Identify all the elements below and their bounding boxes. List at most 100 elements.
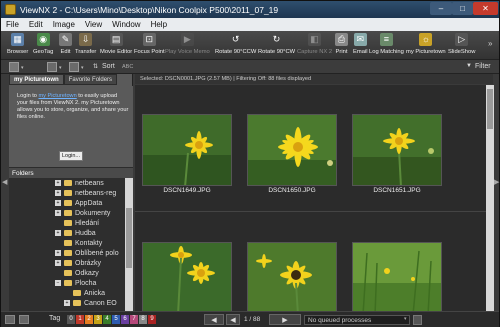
tree-item[interactable]: Anicka: [73, 288, 105, 298]
main-toolbar: ▦ Browser ◉ GeoTag ✎ Edit ⇩ Transfer ▤ M…: [1, 31, 499, 60]
gallery-scrollbar[interactable]: [486, 85, 494, 311]
thumbnail-image[interactable]: [247, 242, 337, 311]
menu-edit[interactable]: Edit: [29, 20, 43, 29]
tag-6-button[interactable]: 6: [121, 315, 129, 324]
expand-icon[interactable]: +: [55, 200, 61, 206]
focus-point-button[interactable]: ⊡ Focus Point: [134, 33, 165, 55]
scrollbar-thumb[interactable]: [126, 208, 132, 268]
expand-icon[interactable]: +: [55, 190, 61, 196]
expand-icon[interactable]: +: [55, 260, 61, 266]
thumb-size-icon[interactable]: [69, 62, 79, 72]
panel-toggle-icon[interactable]: [5, 315, 15, 324]
menu-file[interactable]: File: [6, 20, 19, 29]
tree-item[interactable]: − Plocha: [55, 278, 96, 288]
print-button[interactable]: ⎙ Print: [335, 33, 348, 55]
grid-view-icon[interactable]: [9, 62, 19, 72]
thumbnail-image[interactable]: [142, 242, 232, 311]
next-page-button[interactable]: ▶: [269, 314, 301, 325]
collapse-right-icon[interactable]: ▶: [494, 177, 499, 189]
folder-tree-scrollbar[interactable]: [125, 178, 133, 311]
menu-view[interactable]: View: [85, 20, 102, 29]
play-voice-memo-button[interactable]: ▶ Play Voice Memo: [165, 33, 210, 55]
scrollbar-thumb[interactable]: [487, 89, 493, 129]
first-page-button[interactable]: ◀: [204, 314, 224, 325]
browser-button[interactable]: ▦ Browser: [7, 33, 28, 55]
close-button[interactable]: ✕: [473, 2, 498, 15]
expand-icon[interactable]: +: [55, 210, 61, 216]
list-dropdown-icon[interactable]: ▾: [59, 65, 62, 71]
my-picturetown-button[interactable]: ☼ my Picturetown: [406, 33, 446, 55]
thumb-size-dropdown-icon[interactable]: ▾: [81, 65, 84, 71]
tree-item[interactable]: + Oblíbené polo: [55, 248, 119, 258]
email-button[interactable]: ✉ Email: [353, 33, 368, 55]
thumbnail-item[interactable]: [347, 239, 447, 311]
tag-2-button[interactable]: 2: [85, 315, 93, 324]
tree-item[interactable]: Kontakty: [64, 238, 102, 248]
tree-item[interactable]: + AppData: [55, 198, 102, 208]
collapse-left-icon[interactable]: ◀: [2, 177, 7, 189]
menu-help[interactable]: Help: [151, 20, 167, 29]
tree-item[interactable]: Hledání: [64, 218, 99, 228]
maximize-button[interactable]: □: [452, 2, 473, 15]
menu-image[interactable]: Image: [53, 20, 75, 29]
tree-item[interactable]: + Obrázky: [55, 258, 101, 268]
folder-icon: [64, 230, 72, 236]
prev-page-button[interactable]: ◀: [226, 314, 240, 325]
picturetown-link[interactable]: my Picturetown: [38, 93, 76, 99]
tree-item[interactable]: + netbeans-reg: [55, 188, 116, 198]
transfer-button[interactable]: ⇩ Transfer: [75, 33, 96, 55]
tag-3-button[interactable]: 3: [94, 315, 102, 324]
capture-nx2-button[interactable]: ◧ Capture NX 2: [297, 33, 332, 55]
thumbnail-item[interactable]: DSCN1649.JPG: [137, 111, 237, 194]
collapse-icon[interactable]: −: [55, 280, 61, 286]
movie-editor-label: Movie Editor: [100, 49, 133, 55]
movie-editor-button[interactable]: ▤ Movie Editor: [100, 33, 132, 55]
thumbnail-image[interactable]: [247, 114, 337, 186]
queue-pause-icon[interactable]: [413, 315, 422, 325]
toolbar-overflow-icon[interactable]: »: [488, 39, 492, 48]
tree-item[interactable]: Odkazy: [64, 268, 99, 278]
geotag-button[interactable]: ◉ GeoTag: [33, 33, 53, 55]
log-matching-button[interactable]: ≡ Log Matching: [369, 33, 404, 55]
tab-my-picturetown[interactable]: my Picturetown: [9, 74, 64, 85]
thumbnail-item[interactable]: DSCN1650.JPG: [242, 111, 342, 194]
expand-icon[interactable]: +: [55, 230, 61, 236]
status-bar: Tag 0 1 2 3 4 5 6 7 8 9 ◀ ◀ 1 / 88 ▶ No …: [1, 311, 499, 327]
tree-item[interactable]: + Hudba: [55, 228, 96, 238]
thumbnail-image[interactable]: [352, 242, 442, 311]
login-button[interactable]: Login...: [59, 151, 83, 161]
tree-item[interactable]: + Dokumenty: [55, 208, 110, 218]
thumbnail-item[interactable]: DSCN1651.JPG: [347, 111, 447, 194]
panel-toggle-icon[interactable]: [19, 315, 29, 324]
tag-0-button[interactable]: 0: [67, 315, 75, 324]
rotate-ccw-button[interactable]: ↺ Rotate 90°CCW: [215, 33, 256, 55]
thumbnail-image[interactable]: [142, 114, 232, 186]
expand-icon[interactable]: +: [55, 180, 61, 186]
thumbnail-image[interactable]: [352, 114, 442, 186]
thumbnail-item[interactable]: [137, 239, 237, 311]
view-dropdown-icon[interactable]: ▾: [21, 65, 24, 71]
minimize-button[interactable]: –: [430, 2, 452, 15]
edit-button[interactable]: ✎ Edit: [59, 33, 72, 55]
tree-item-label: Anicka: [84, 289, 106, 297]
expand-icon[interactable]: +: [55, 250, 61, 256]
tab-favorite-folders[interactable]: Favorite Folders: [63, 74, 118, 85]
sort-label[interactable]: Sort: [102, 63, 115, 70]
tag-5-button[interactable]: 5: [112, 315, 120, 324]
tree-item[interactable]: + Canon EO: [64, 298, 117, 308]
thumbnail-item[interactable]: [242, 239, 342, 311]
menu-window[interactable]: Window: [112, 20, 140, 29]
tag-4-button[interactable]: 4: [103, 315, 111, 324]
slideshow-button[interactable]: ▷ SlideShow: [448, 33, 475, 55]
expand-icon[interactable]: +: [64, 300, 70, 306]
list-view-icon[interactable]: [47, 62, 57, 72]
tree-item[interactable]: + netbeans: [55, 178, 104, 188]
filter-button[interactable]: Filter: [475, 63, 491, 70]
tag-8-button[interactable]: 8: [139, 315, 147, 324]
sort-value[interactable]: ABC: [122, 64, 133, 70]
tag-9-button[interactable]: 9: [148, 315, 156, 324]
tag-7-button[interactable]: 7: [130, 315, 138, 324]
rotate-cw-button[interactable]: ↻ Rotate 90°CW: [258, 33, 295, 55]
queue-dropdown-icon[interactable]: ▾: [404, 316, 407, 322]
tag-1-button[interactable]: 1: [76, 315, 84, 324]
